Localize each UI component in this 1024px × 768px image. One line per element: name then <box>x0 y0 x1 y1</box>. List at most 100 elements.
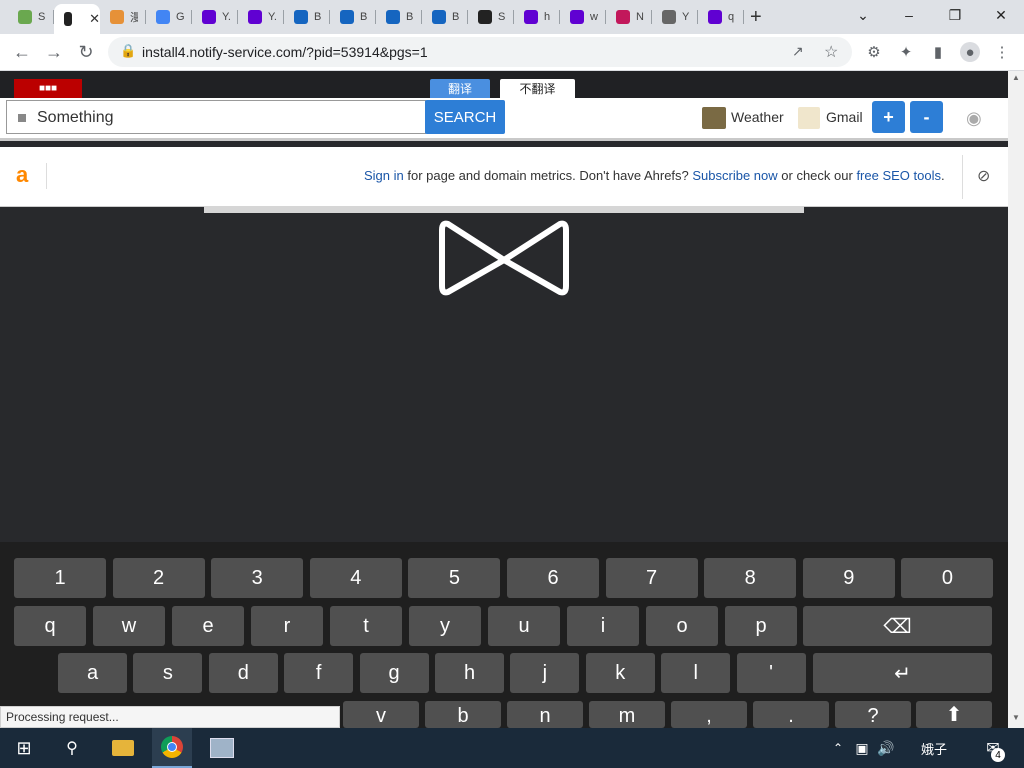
browser-tab[interactable]: Y. <box>238 4 284 30</box>
close-tab-icon[interactable]: ✕ <box>89 11 100 27</box>
key-m[interactable]: m <box>589 701 665 728</box>
windows-start-icon[interactable]: ⊞ <box>6 728 42 768</box>
url-text[interactable]: install4.notify-service.com/?pid=53914&p… <box>142 44 428 60</box>
backspace-key[interactable]: ⌫ <box>803 606 992 646</box>
key-punct-9[interactable]: ' <box>736 653 806 693</box>
volume-icon[interactable]: 🔊 <box>876 728 896 768</box>
key-p[interactable]: p <box>725 606 797 646</box>
key-punct-5[interactable]: . <box>753 701 829 728</box>
key-o[interactable]: o <box>646 606 718 646</box>
file-explorer-icon[interactable] <box>106 728 140 768</box>
browser-tab[interactable]: B <box>284 4 330 30</box>
minimize-button[interactable]: – <box>886 4 932 26</box>
network-icon[interactable]: ▣ <box>850 728 874 768</box>
tab-search-chevron-icon[interactable]: ⌄ <box>840 4 886 26</box>
browser-tab[interactable]: S <box>468 4 514 30</box>
key-y[interactable]: y <box>409 606 481 646</box>
tray-chevron-icon[interactable]: ⌃ <box>828 728 848 768</box>
key-punct-6[interactable]: ? <box>835 701 911 728</box>
ahrefs-subscribe-link[interactable]: Subscribe now <box>692 168 777 183</box>
key-4[interactable]: 4 <box>309 558 402 598</box>
share-icon[interactable]: ↗ <box>792 43 804 60</box>
scrollbar[interactable]: ▲ ▼ <box>1008 71 1024 728</box>
key-n[interactable]: n <box>507 701 583 728</box>
browser-tab[interactable]: q <box>698 4 744 30</box>
browser-tab[interactable]: ✕ <box>54 4 100 34</box>
app-window-icon[interactable] <box>204 728 240 768</box>
ahrefs-seo-tools-link[interactable]: free SEO tools <box>856 168 941 183</box>
maximize-button[interactable]: ❐ <box>932 4 978 26</box>
browser-tab[interactable]: Y <box>652 4 698 30</box>
ime-indicator[interactable]: 娥子 <box>912 728 956 768</box>
key-u[interactable]: u <box>488 606 560 646</box>
browser-tab[interactable]: N <box>606 4 652 30</box>
key-6[interactable]: 6 <box>507 558 599 598</box>
ahrefs-block-icon[interactable]: ⊘ <box>977 166 990 186</box>
weather-icon[interactable] <box>702 107 726 129</box>
profile-avatar-icon[interactable]: ● <box>960 42 980 62</box>
side-panel-icon[interactable]: ▮ <box>928 42 948 62</box>
menu-kebab-icon[interactable]: ⋮ <box>992 42 1012 62</box>
key-punct-4[interactable]: , <box>671 701 747 728</box>
enter-key[interactable]: ↵ <box>813 653 992 693</box>
search-icon[interactable]: ⚲ <box>56 728 88 768</box>
gmail-link[interactable]: Gmail <box>826 109 863 125</box>
key-8[interactable]: 8 <box>704 558 797 598</box>
extension-shield-icon[interactable]: ⚙ <box>864 42 884 62</box>
browser-tab[interactable]: w <box>560 4 606 30</box>
key-9[interactable]: 9 <box>802 558 895 598</box>
search-button[interactable]: SEARCH <box>425 100 505 134</box>
gmail-icon[interactable] <box>798 107 820 129</box>
search-input-value[interactable]: Something <box>37 109 114 127</box>
back-arrow-icon[interactable]: ← <box>10 40 34 64</box>
browser-tab[interactable]: 漫 <box>100 4 146 30</box>
chrome-taskbar-icon[interactable] <box>152 728 192 768</box>
key-j[interactable]: j <box>510 653 580 693</box>
browser-tab[interactable]: B <box>422 4 468 30</box>
browser-tab[interactable]: Y. <box>192 4 238 30</box>
search-input[interactable]: Something <box>6 100 426 134</box>
reload-icon[interactable]: ↻ <box>74 40 98 64</box>
extensions-puzzle-icon[interactable]: ✦ <box>896 42 916 62</box>
key-3[interactable]: 3 <box>211 558 304 598</box>
hide-eye-icon[interactable]: ◉ <box>966 108 982 129</box>
weather-link[interactable]: Weather <box>731 109 784 125</box>
ahrefs-logo[interactable]: a <box>16 162 28 188</box>
zoom-minus-button[interactable]: - <box>910 101 943 133</box>
forward-arrow-icon[interactable]: → <box>42 40 66 64</box>
ahrefs-signin-link[interactable]: Sign in <box>364 168 404 183</box>
browser-tab[interactable]: h <box>514 4 560 30</box>
key-k[interactable]: k <box>585 653 655 693</box>
translate-on-button[interactable]: 翻译 <box>430 79 490 98</box>
browser-tab[interactable]: G <box>146 4 192 30</box>
key-d[interactable]: d <box>208 653 278 693</box>
key-2[interactable]: 2 <box>112 558 205 598</box>
key-1[interactable]: 1 <box>14 558 106 598</box>
new-tab-button[interactable]: + <box>750 4 762 30</box>
browser-tab[interactable]: B <box>376 4 422 30</box>
browser-tab[interactable]: S <box>8 4 54 30</box>
key-5[interactable]: 5 <box>408 558 501 598</box>
key-i[interactable]: i <box>567 606 639 646</box>
key-b[interactable]: b <box>425 701 501 728</box>
shift-key[interactable]: ⬆ <box>916 701 992 728</box>
close-window-button[interactable]: ✕ <box>978 4 1024 26</box>
key-w[interactable]: w <box>93 606 165 646</box>
key-t[interactable]: t <box>330 606 402 646</box>
key-s[interactable]: s <box>133 653 203 693</box>
key-7[interactable]: 7 <box>605 558 698 598</box>
key-e[interactable]: e <box>172 606 244 646</box>
key-f[interactable]: f <box>284 653 354 693</box>
key-h[interactable]: h <box>435 653 504 693</box>
key-g[interactable]: g <box>359 653 429 693</box>
browser-tab[interactable]: B <box>330 4 376 30</box>
translate-off-button[interactable]: 不翻译 <box>500 79 575 98</box>
key-l[interactable]: l <box>661 653 731 693</box>
bookmark-star-icon[interactable]: ☆ <box>824 42 838 62</box>
key-v[interactable]: v <box>343 701 419 728</box>
key-a[interactable]: a <box>58 653 127 693</box>
key-r[interactable]: r <box>251 606 323 646</box>
address-bar[interactable]: 🔒 install4.notify-service.com/?pid=53914… <box>108 37 852 67</box>
notification-center-icon[interactable]: ✉ <box>978 728 1008 768</box>
key-q[interactable]: q <box>14 606 86 646</box>
